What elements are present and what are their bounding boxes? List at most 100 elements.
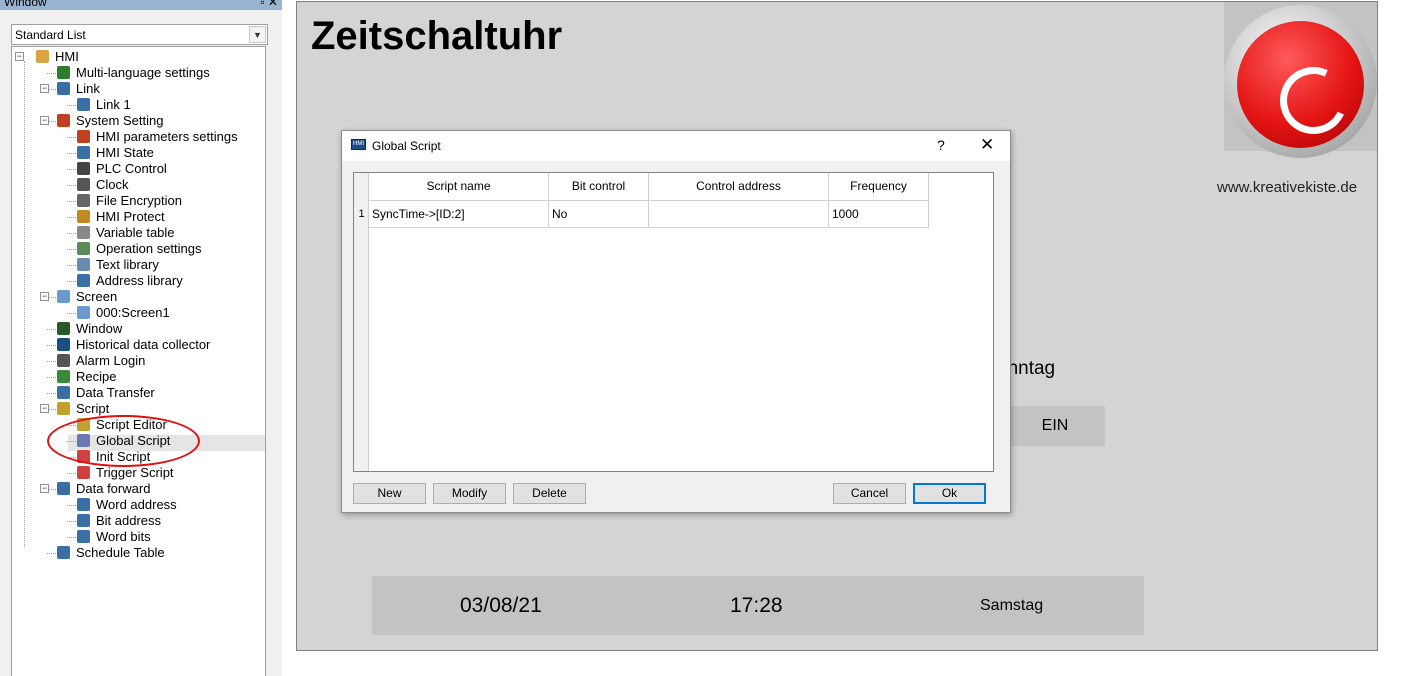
- delete-button[interactable]: Delete: [513, 483, 586, 504]
- time-display[interactable]: 17:28: [730, 576, 783, 635]
- script-table[interactable]: Script name Bit control Control address …: [353, 172, 994, 472]
- tree-item[interactable]: Multi-language settings: [57, 65, 210, 81]
- tree-connector: [67, 505, 76, 506]
- date-display[interactable]: 03/08/21: [460, 576, 542, 635]
- weekday-display[interactable]: Samstag: [980, 576, 1043, 635]
- table-cell-frequency[interactable]: 1000: [829, 201, 929, 228]
- tree-connector: [67, 249, 76, 250]
- tree-item-label: 000:Screen1: [96, 305, 170, 320]
- tree-item[interactable]: Script: [57, 401, 109, 417]
- tree-connector: [47, 377, 56, 378]
- column-header-bit-control[interactable]: Bit control: [549, 173, 649, 201]
- plc-icon: [77, 162, 90, 175]
- tree-item[interactable]: Bit address: [77, 513, 161, 529]
- switch-state-button[interactable]: EIN: [997, 406, 1105, 446]
- project-panel: Window ▫ ✕ Standard List ▼ − HMI Multi-lan…: [0, 0, 282, 676]
- window-icon: [57, 322, 70, 335]
- tree-collapse-icon[interactable]: −: [40, 292, 49, 301]
- table-cell-control-address[interactable]: [649, 201, 829, 228]
- lock-icon: [77, 194, 90, 207]
- close-icon[interactable]: ✕: [980, 135, 994, 155]
- tree-item-label: Text library: [96, 257, 159, 272]
- tree-item-label: File Encryption: [96, 193, 182, 208]
- tree-item-label: Operation settings: [96, 241, 202, 256]
- tree-item[interactable]: Word bits: [77, 529, 151, 545]
- tree-item[interactable]: HMI: [36, 49, 79, 65]
- tree-collapse-icon[interactable]: −: [40, 116, 49, 125]
- website-label[interactable]: www.kreativekiste.de: [1217, 179, 1357, 196]
- global-script-dialog: HMI Global Script ? ✕ Script name Bit co…: [341, 130, 1011, 513]
- table-cell-script-name[interactable]: SyncTime->[ID:2]: [369, 201, 549, 228]
- tree-item[interactable]: Address library: [77, 273, 183, 289]
- calendar-icon: [57, 546, 70, 559]
- tree-item[interactable]: 000:Screen1: [77, 305, 170, 321]
- data-forward-icon: [57, 482, 70, 495]
- network-icon: [57, 82, 70, 95]
- row-number[interactable]: 1: [354, 201, 369, 228]
- tree-item-label: Recipe: [76, 369, 117, 384]
- tree-guide-line: [24, 61, 25, 547]
- column-header-frequency[interactable]: Frequency: [829, 173, 929, 201]
- tree-item-label: Historical data collector: [76, 337, 211, 352]
- tree-connector: [67, 105, 76, 106]
- tree-item[interactable]: Trigger Script: [77, 465, 174, 481]
- tree-item[interactable]: PLC Control: [77, 161, 167, 177]
- tree-item[interactable]: Data forward: [57, 481, 150, 497]
- column-header-script-name[interactable]: Script name: [369, 173, 549, 201]
- tree-item[interactable]: Link 1: [77, 97, 131, 113]
- dialog-title: Global Script: [372, 139, 441, 153]
- panel-titlebar: Window ▫ ✕: [0, 0, 282, 10]
- table-icon: [77, 226, 90, 239]
- clock-icon: [77, 178, 90, 191]
- tree-item[interactable]: Operation settings: [77, 241, 202, 257]
- modify-button[interactable]: Modify: [433, 483, 506, 504]
- tree-connector: [67, 521, 76, 522]
- tree-item[interactable]: Historical data collector: [57, 337, 210, 353]
- tree-item[interactable]: Alarm Login: [57, 353, 145, 369]
- power-ring-icon: [1270, 57, 1357, 144]
- new-button[interactable]: New: [353, 483, 426, 504]
- tree-item[interactable]: Screen: [57, 289, 117, 305]
- tree-item[interactable]: HMI State: [77, 145, 154, 161]
- ok-button[interactable]: Ok: [913, 483, 986, 504]
- tree-item[interactable]: Link: [57, 81, 100, 97]
- column-header-control-address[interactable]: Control address: [649, 173, 829, 201]
- bit-address-icon: [77, 514, 90, 527]
- tree-collapse-icon[interactable]: −: [40, 404, 49, 413]
- tree-connector: [67, 473, 76, 474]
- tree-item[interactable]: File Encryption: [77, 193, 182, 209]
- screen-title[interactable]: Zeitschaltuhr: [311, 14, 562, 59]
- tree-connector: [47, 73, 56, 74]
- tree-item[interactable]: Schedule Table: [57, 545, 165, 561]
- tree-item[interactable]: Recipe: [57, 369, 116, 385]
- tree-item-label: Bit address: [96, 513, 162, 528]
- tree-connector: [47, 345, 56, 346]
- tree-item[interactable]: HMI Protect: [77, 209, 165, 225]
- panel-window-buttons[interactable]: ▫ ✕: [260, 0, 278, 9]
- globe-icon: [57, 66, 70, 79]
- tree-item[interactable]: System Setting: [57, 113, 163, 129]
- tree-item-label: Alarm Login: [76, 353, 146, 368]
- power-button-face: [1237, 21, 1364, 148]
- operation-icon: [77, 242, 90, 255]
- tree-item[interactable]: Data Transfer: [57, 385, 155, 401]
- tree-collapse-icon[interactable]: −: [15, 52, 24, 61]
- tree-item-label: Schedule Table: [76, 545, 165, 560]
- chevron-down-icon[interactable]: ▼: [249, 26, 266, 43]
- cancel-button[interactable]: Cancel: [833, 483, 906, 504]
- tree-item[interactable]: Text library: [77, 257, 159, 273]
- tree-collapse-icon[interactable]: −: [40, 84, 49, 93]
- tree-collapse-icon[interactable]: −: [40, 484, 49, 493]
- list-type-dropdown[interactable]: Standard List ▼: [11, 24, 268, 45]
- tree-item[interactable]: Variable table: [77, 225, 175, 241]
- tree-item-label: Variable table: [96, 225, 175, 240]
- tree-item[interactable]: Clock: [77, 177, 129, 193]
- tree-item[interactable]: Window: [57, 321, 122, 337]
- table-cell-bit-control[interactable]: No: [549, 201, 649, 228]
- tree-item[interactable]: Word address: [77, 497, 177, 513]
- logo[interactable]: [1224, 2, 1377, 158]
- tree-item-label: Data forward: [76, 481, 151, 496]
- tree-item[interactable]: HMI parameters settings: [77, 129, 238, 145]
- help-icon[interactable]: ?: [937, 137, 945, 153]
- project-tree[interactable]: − HMI Multi-language settings − Link Link 1 − S…: [11, 46, 266, 676]
